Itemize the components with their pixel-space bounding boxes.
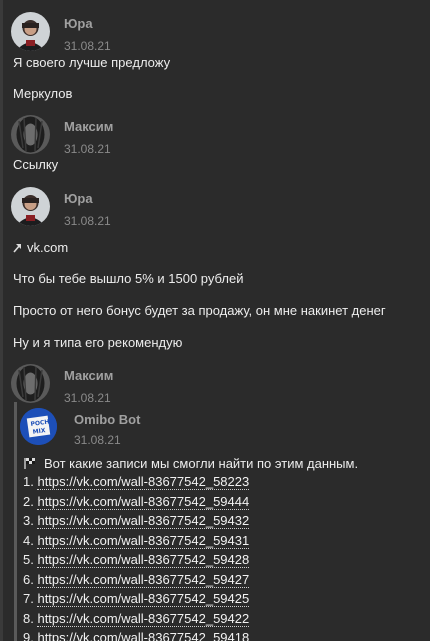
bot-author[interactable]: Omibo Bot — [74, 412, 140, 427]
result-list: 1. https://vk.com/wall-83677542_58223 2.… — [23, 474, 250, 641]
message-author[interactable]: Максим — [64, 368, 113, 383]
list-number: 5. — [23, 552, 34, 567]
user-avatar[interactable] — [11, 187, 50, 226]
link-text[interactable]: vk.com — [27, 240, 68, 255]
list-item: 9. https://vk.com/wall-83677542_59418 — [23, 630, 250, 641]
message-header: Максим 31.08.21 — [0, 112, 430, 156]
bot-message-text: Вот какие записи мы смогли найти по этим… — [23, 456, 358, 471]
list-number: 8. — [23, 610, 34, 626]
list-item: 1. https://vk.com/wall-83677542_58223 — [23, 474, 250, 494]
list-number: 6. — [23, 571, 34, 587]
list-number: 1. — [23, 474, 34, 489]
list-item: 5. https://vk.com/wall-83677542_59428 — [23, 552, 250, 572]
list-number: 9. — [23, 630, 34, 641]
result-link[interactable]: https://vk.com/wall-83677542_59444 — [37, 493, 250, 510]
list-number: 3. — [23, 513, 34, 528]
message-text: Что бы тебе вышло 5% и 1500 рублей — [13, 271, 244, 286]
result-link[interactable]: https://vk.com/wall-83677542_59418 — [37, 630, 250, 641]
message-text: Ссылку — [13, 157, 59, 172]
message-author[interactable]: Максим — [64, 119, 113, 134]
list-item: 8. https://vk.com/wall-83677542_59422 — [23, 610, 250, 631]
message-text: Меркулов — [13, 86, 73, 101]
list-item: 6. https://vk.com/wall-83677542_59427 — [23, 571, 250, 592]
tire-avatar[interactable] — [11, 115, 50, 154]
embed-border — [14, 402, 17, 641]
message-date: 31.08.21 — [64, 142, 111, 156]
message-header: Юра 31.08.21 — [0, 9, 430, 53]
message-header: Максим 31.08.21 — [0, 361, 430, 405]
result-link[interactable]: https://vk.com/wall-83677542_59431 — [37, 532, 250, 549]
result-link[interactable]: https://vk.com/wall-83677542_58223 — [37, 474, 250, 490]
list-item: 3. https://vk.com/wall-83677542_59432 — [23, 513, 250, 533]
message-author[interactable]: Юра — [64, 16, 93, 31]
thread-border — [0, 0, 3, 641]
list-number: 4. — [23, 532, 34, 548]
chat-window: Юра 31.08.21 Я своего лучше предложу Мер… — [0, 0, 430, 641]
result-link[interactable]: https://vk.com/wall-83677542_59422 — [37, 610, 250, 627]
message-text: Просто от него бонус будет за продажу, о… — [13, 303, 386, 318]
message-text: Я своего лучше предложу — [13, 55, 171, 70]
result-link[interactable]: https://vk.com/wall-83677542_59425 — [37, 591, 250, 607]
message-header: Юра 31.08.21 — [0, 184, 430, 228]
list-item: 7. https://vk.com/wall-83677542_59425 — [23, 591, 250, 611]
message-author[interactable]: Юра — [64, 191, 93, 206]
user-avatar[interactable] — [11, 12, 50, 51]
result-link[interactable]: https://vk.com/wall-83677542_59428 — [37, 552, 250, 568]
list-number: 7. — [23, 591, 34, 606]
link-arrow-icon — [13, 241, 22, 253]
bot-logo-icon[interactable]: POCH MIX — [20, 408, 57, 445]
list-number: 2. — [23, 493, 34, 509]
message-date: 31.08.21 — [64, 39, 111, 53]
link-line[interactable]: vk.com — [13, 240, 68, 255]
message-text: Ну и я типа его рекомендую — [13, 335, 183, 350]
message-date: 31.08.21 — [64, 214, 111, 228]
flag-icon — [23, 457, 37, 469]
tire-avatar[interactable] — [11, 364, 50, 403]
bot-message-label: Вот какие записи мы смогли найти по этим… — [44, 456, 359, 471]
list-item: 2. https://vk.com/wall-83677542_59444 — [23, 493, 250, 514]
result-link[interactable]: https://vk.com/wall-83677542_59427 — [37, 571, 250, 588]
list-item: 4. https://vk.com/wall-83677542_59431 — [23, 532, 250, 553]
result-link[interactable]: https://vk.com/wall-83677542_59432 — [37, 513, 250, 529]
bot-date: 31.08.21 — [74, 433, 121, 447]
bot-embed: POCH MIX Omibo Bot 31.08.21 Вот какие за… — [14, 402, 430, 641]
